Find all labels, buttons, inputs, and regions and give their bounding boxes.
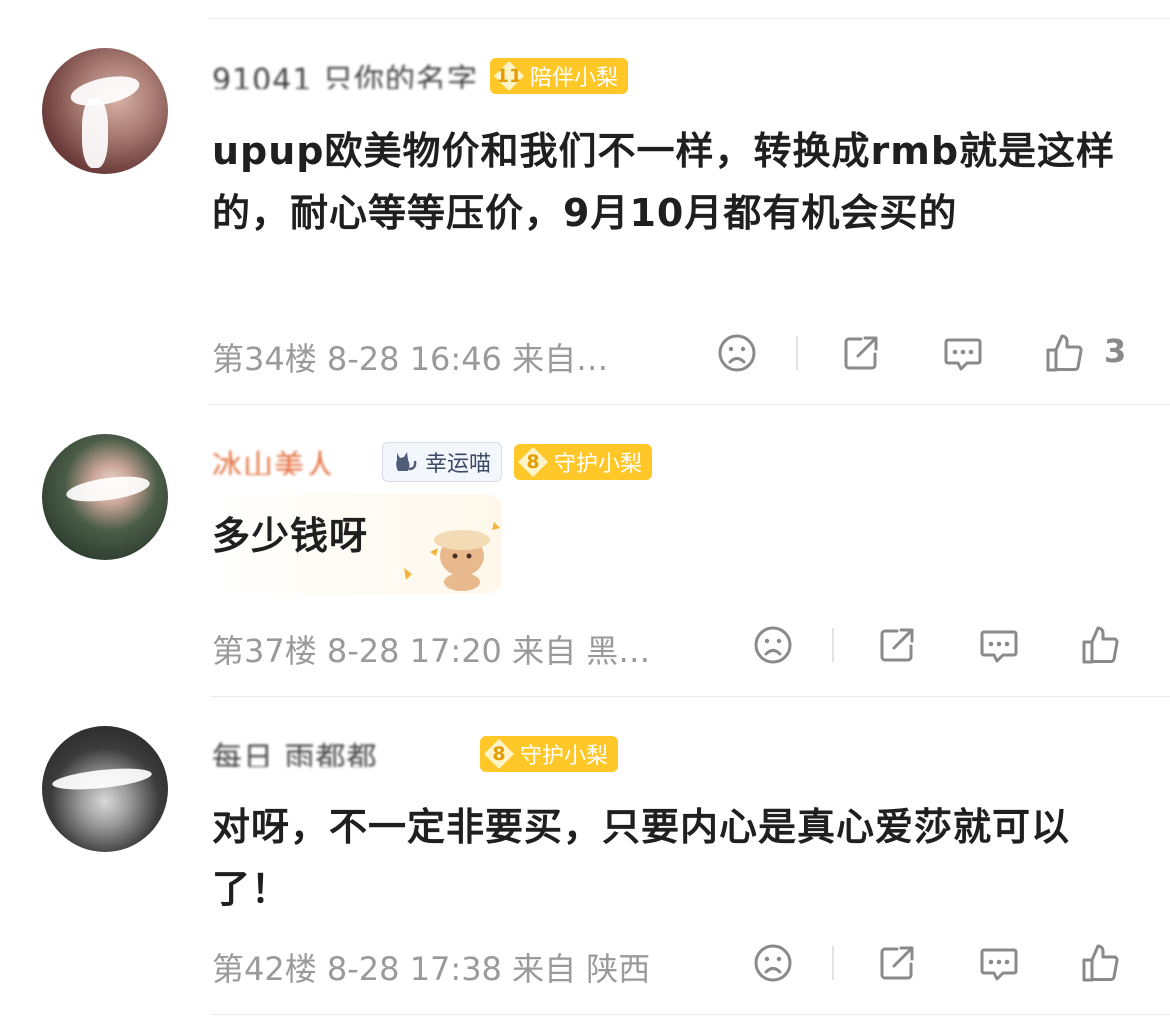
comment-meta: 第34楼 8-28 16:46 来自… xyxy=(212,340,609,378)
comment-icon[interactable] xyxy=(976,622,1022,668)
comment-divider xyxy=(210,404,1170,405)
badge-level: 8 xyxy=(484,739,514,769)
name-row: 91041 只你的名字 11 陪伴小梨 xyxy=(212,56,628,96)
cat-icon xyxy=(389,447,419,477)
top-divider xyxy=(210,18,1170,19)
fan-badge[interactable]: 8 守护小梨 xyxy=(480,736,619,772)
comment-meta: 第37楼 8-28 17:20 来自 黑… xyxy=(212,632,651,670)
sad-face-icon[interactable] xyxy=(714,330,760,376)
comment-text: upup欧美物价和我们不一样，转换成rmb就是这样的，耐心等等压价，9月10月都… xyxy=(212,129,1116,235)
sad-face-icon[interactable] xyxy=(750,622,796,668)
comment-text: 对呀，不一定非要买，只要内心是真心爱莎就可以了！ xyxy=(212,805,1071,911)
comment-meta: 第42楼 8-28 17:38 来自 陕西 xyxy=(212,950,651,988)
like-count: 3 xyxy=(1104,332,1127,370)
comment-text: 多少钱呀 xyxy=(212,514,369,558)
share-icon[interactable] xyxy=(874,940,920,986)
share-icon[interactable] xyxy=(838,330,884,376)
thumbs-up-icon[interactable] xyxy=(1042,330,1088,376)
username[interactable]: 冰山美人 xyxy=(212,449,370,475)
comment-divider xyxy=(210,696,1170,697)
thumbs-up-icon[interactable] xyxy=(1078,940,1124,986)
fan-badge[interactable]: 11 陪伴小梨 xyxy=(489,58,628,94)
sad-face-icon[interactable] xyxy=(750,940,796,986)
bear-sticker-icon xyxy=(400,512,508,592)
avatar[interactable] xyxy=(42,726,168,852)
comment-icon[interactable] xyxy=(940,330,986,376)
badge-level: 8 xyxy=(518,447,549,477)
tag-label: 幸运喵 xyxy=(425,452,492,477)
separator xyxy=(832,628,834,662)
username[interactable]: 91041 只你的名字 xyxy=(212,63,478,89)
thumbs-up-icon[interactable] xyxy=(1078,622,1124,668)
lucky-cat-tag[interactable]: 幸运喵 xyxy=(382,442,503,482)
avatar[interactable] xyxy=(42,48,168,174)
comment-icon[interactable] xyxy=(976,940,1022,986)
badge-label: 陪伴小梨 xyxy=(529,66,618,91)
separator xyxy=(796,336,798,370)
share-icon[interactable] xyxy=(874,622,920,668)
separator xyxy=(832,946,834,980)
name-row: 每日 雨都都 8 守护小梨 xyxy=(212,734,619,774)
badge-level: 11 xyxy=(493,61,524,91)
avatar[interactable] xyxy=(42,434,168,560)
badge-label: 守护小梨 xyxy=(520,744,609,769)
fan-badge[interactable]: 8 守护小梨 xyxy=(514,444,653,480)
badge-label: 守护小梨 xyxy=(554,452,643,477)
comment-divider xyxy=(210,1014,1170,1015)
username[interactable]: 每日 雨都都 xyxy=(212,741,468,767)
name-row: 冰山美人 幸运喵 8 守护小梨 xyxy=(212,442,653,482)
